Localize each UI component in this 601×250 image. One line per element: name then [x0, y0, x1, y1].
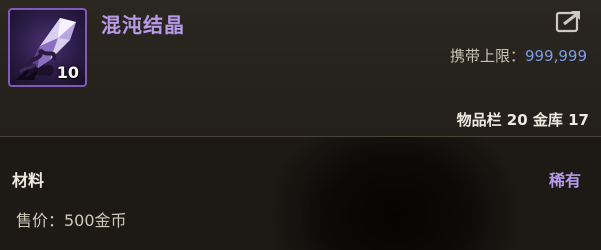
storage-counts: 物品栏 20 金库 17	[456, 111, 589, 129]
item-name: 混沌结晶	[101, 13, 185, 37]
item-header: 10 混沌结晶 携带上限：999,999 物品栏 20 金库 17	[0, 0, 601, 137]
sell-price: 售价：500金币	[16, 211, 127, 230]
share-icon[interactable]	[554, 8, 584, 34]
stack-count: 10	[56, 63, 79, 82]
carry-limit-label: 携带上限：	[449, 47, 525, 65]
item-slot[interactable]: 10	[8, 8, 87, 87]
item-rarity: 稀有	[548, 171, 581, 190]
item-tooltip: 10 混沌结晶 携带上限：999,999 物品栏 20 金库 17 材料 稀有 …	[0, 0, 601, 250]
carry-limit-value: 999,999	[524, 47, 587, 65]
carry-limit: 携带上限：999,999	[450, 45, 587, 66]
item-category: 材料	[12, 171, 45, 190]
